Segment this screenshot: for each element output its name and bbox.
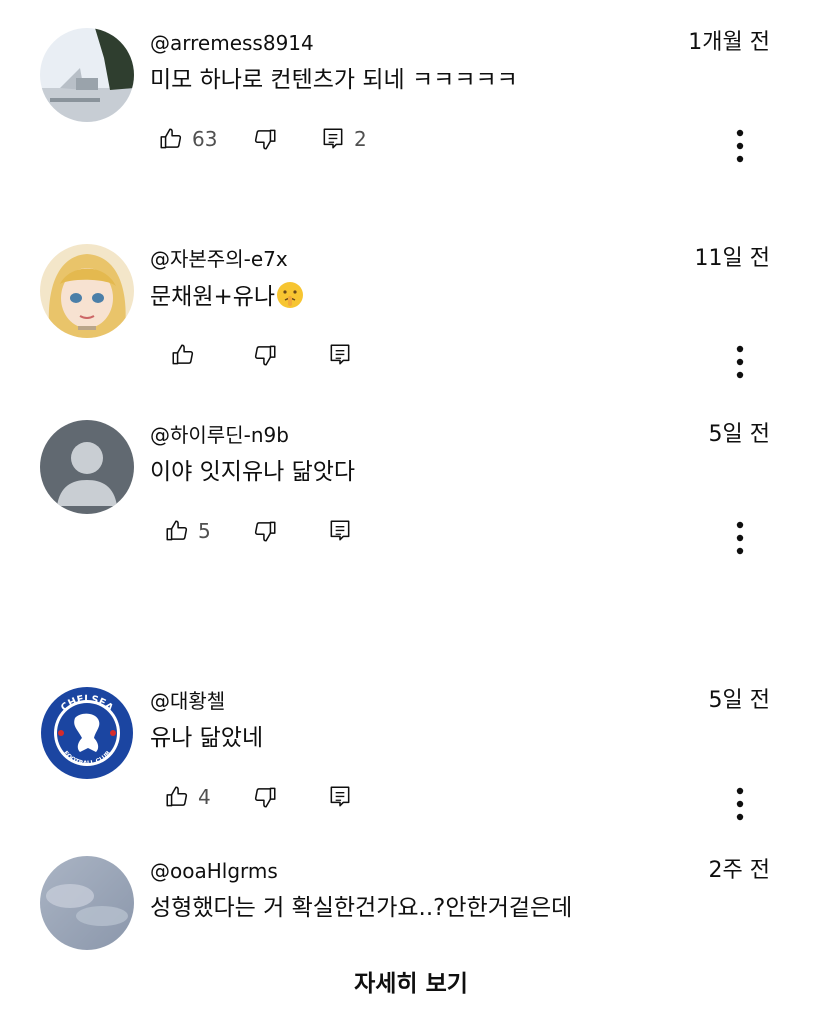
comment-item: @하이루딘-n9b 5일 전 이야 잇지유나 닮앗다 5 (0, 420, 822, 570)
avatar[interactable] (40, 420, 134, 514)
comment-author[interactable]: @대황첼 (150, 688, 225, 714)
like-count: 63 (192, 127, 218, 151)
more-vert-icon (736, 521, 744, 555)
comment-text-value: 문채원+유나 (150, 284, 276, 310)
dislike-button[interactable] (252, 784, 278, 810)
comment-time[interactable]: 5일 전 (709, 688, 770, 714)
reply-count: 2 (354, 127, 367, 151)
comment-actions: 4 (0, 784, 822, 824)
more-options-button[interactable] (726, 518, 754, 558)
reply-icon (323, 128, 343, 149)
more-options-button[interactable] (726, 784, 754, 824)
more-options-button[interactable] (726, 126, 754, 166)
comment-item: @ooaHlgrms 2주 전 성형했다는 거 확실한건가요..?안한거겉은데 (0, 856, 822, 956)
comment-actions (0, 342, 822, 382)
more-vert-icon (736, 787, 744, 821)
thumbs-up-icon (166, 786, 188, 807)
like-button[interactable]: 5 (164, 518, 211, 544)
like-button[interactable]: 4 (164, 784, 211, 810)
reply-button[interactable] (327, 342, 353, 368)
avatar[interactable] (40, 244, 134, 338)
avatar[interactable]: CHELSEA FOOTBALL CLUB (40, 686, 134, 780)
dislike-button[interactable] (252, 126, 278, 152)
more-options-button[interactable] (726, 342, 754, 382)
dislike-button[interactable] (252, 342, 278, 368)
reply-icon (330, 520, 350, 541)
thumbs-down-icon (254, 129, 276, 150)
thumbs-up-icon (166, 520, 188, 541)
reply-button[interactable]: 2 (320, 126, 367, 152)
reply-button[interactable] (327, 518, 353, 544)
comment-time[interactable]: 5일 전 (709, 422, 770, 448)
dislike-button[interactable] (252, 518, 278, 544)
comment-author[interactable]: @자본주의-e7x (150, 246, 288, 272)
comment-author[interactable]: @arremess8914 (150, 30, 314, 56)
comment-text: 문채원+유나 (150, 280, 305, 313)
more-vert-icon (736, 345, 744, 379)
comment-time[interactable]: 11일 전 (695, 246, 770, 272)
comment-time[interactable]: 2주 전 (709, 858, 770, 884)
comment-text: 성형했다는 거 확실한건가요..?안한거겉은데 (150, 895, 573, 921)
like-count: 4 (198, 785, 211, 809)
comment-item: @arremess8914 1개월 전 미모 하나로 컨텐츠가 되네 ㅋㅋㅋㅋㅋ… (0, 28, 822, 188)
avatar[interactable] (40, 856, 134, 950)
like-count: 5 (198, 519, 211, 543)
comment-author[interactable]: @ooaHlgrms (150, 858, 278, 884)
comment-text: 유나 닮았네 (150, 725, 264, 751)
comment-actions: 63 2 (0, 126, 822, 166)
like-button[interactable]: 63 (158, 126, 217, 152)
reply-button[interactable] (327, 784, 353, 810)
like-button[interactable] (170, 342, 196, 368)
thumbs-down-icon (254, 787, 276, 808)
shushing-face-emoji-icon (277, 282, 304, 308)
thumbs-down-icon (254, 521, 276, 542)
comment-time[interactable]: 1개월 전 (688, 30, 770, 56)
comment-actions: 5 (0, 518, 822, 558)
more-vert-icon (736, 129, 744, 163)
reply-icon (330, 786, 350, 807)
comment-text: 미모 하나로 컨텐츠가 되네 ㅋㅋㅋㅋㅋ (150, 67, 518, 93)
avatar[interactable] (40, 28, 134, 122)
comment-author[interactable]: @하이루딘-n9b (150, 422, 289, 448)
see-more-button[interactable]: 자세히 보기 (0, 964, 822, 998)
thumbs-up-icon (160, 128, 182, 149)
comment-item: CHELSEA FOOTBALL CLUB @대황첼 5일 전 유나 닮았네 4 (0, 686, 822, 836)
thumbs-down-icon (254, 345, 276, 366)
comment-item: @자본주의-e7x 11일 전 문채원+유나 (0, 244, 822, 394)
reply-icon (330, 344, 350, 365)
comment-text: 이야 잇지유나 닮앗다 (150, 459, 356, 485)
thumbs-up-icon (172, 344, 194, 365)
